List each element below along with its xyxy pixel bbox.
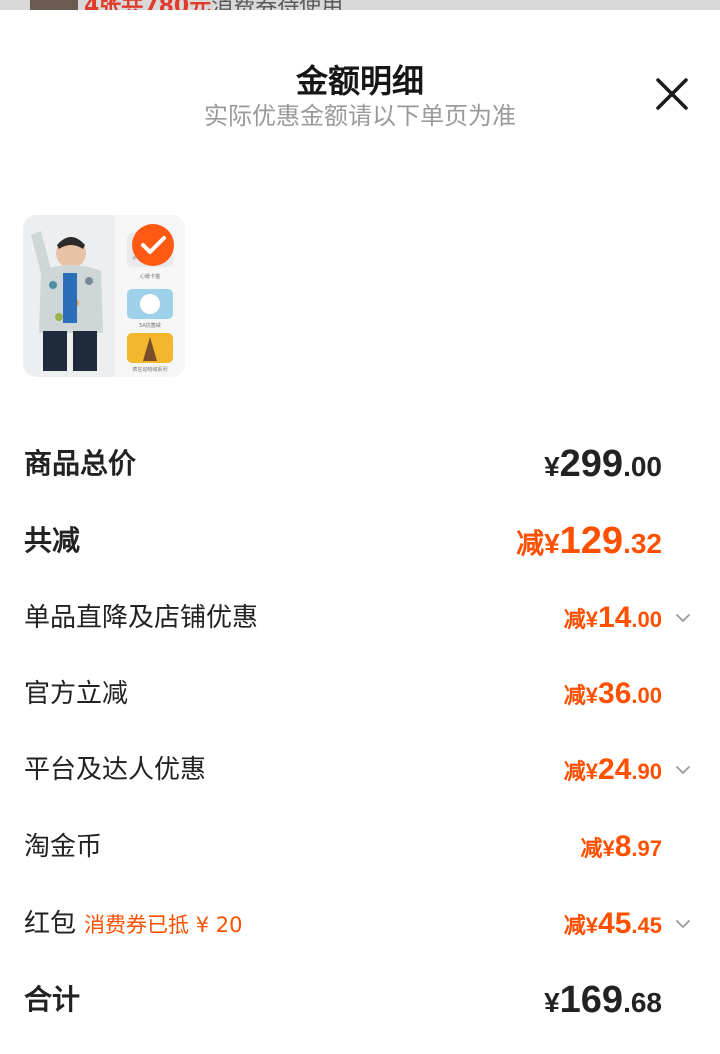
amount-decimal: .00 [631, 607, 662, 632]
discount-prefix: 减 [563, 607, 586, 632]
total-discount-amount: 减¥129.32 [516, 521, 662, 569]
amount-integer: 45 [598, 907, 632, 940]
chevron-down-icon [676, 766, 690, 775]
currency-symbol: ¥ [544, 451, 560, 482]
red-packet-row[interactable]: 红包 消费券已抵 ¥ 20 减¥45.45 [24, 904, 696, 944]
amount-integer: 36 [598, 677, 632, 710]
amount-integer: 299 [559, 443, 624, 485]
product-thumbnail[interactable]: 心暖卡猫 5A抗菌绒 疯狂动物城系列 [23, 215, 185, 377]
coins-amount: 减¥8.97 [580, 827, 662, 872]
currency-symbol: ¥ [585, 759, 599, 784]
currency-symbol: ¥ [544, 987, 560, 1018]
close-icon [656, 78, 688, 110]
product-image: 心暖卡猫 5A抗菌绒 疯狂动物城系列 [23, 215, 185, 377]
currency-symbol: ¥ [602, 836, 615, 861]
platform-discount-label: 平台及达人优惠 [24, 755, 207, 785]
red-packet-title: 红包 [24, 909, 77, 939]
platform-discount-row[interactable]: 平台及达人优惠 减¥24.90 [24, 750, 696, 790]
banner-red-text: 4张共780元 [84, 0, 211, 10]
thumb-label-2: 5A抗菌绒 [139, 322, 161, 329]
amount-integer: 14 [598, 601, 632, 634]
grand-total-amount: ¥169.68 [544, 980, 662, 1028]
store-discount-amount: 减¥14.00 [564, 598, 662, 643]
amount-integer: 169 [559, 979, 624, 1021]
sheet-subtitle: 实际优惠金额请以下单页为准 [204, 102, 516, 130]
close-button[interactable] [648, 70, 696, 118]
coins-label: 淘金币 [24, 832, 103, 862]
amount-decimal: .97 [631, 836, 662, 861]
grand-total-row: 合计 ¥169.68 [24, 980, 696, 1020]
coins-row: 淘金币 减¥8.97 [24, 827, 696, 867]
discount-prefix: 减 [563, 913, 586, 938]
discount-prefix: 减 [516, 528, 545, 559]
currency-symbol: ¥ [544, 528, 560, 559]
amount-decimal: .00 [631, 683, 662, 708]
banner-gray-text: 消费券待使用 [211, 0, 343, 10]
amount-integer: 8 [614, 830, 632, 863]
platform-discount-amount: 减¥24.90 [564, 750, 662, 795]
red-packet-label: 红包 消费券已抵 ¥ 20 [24, 904, 242, 945]
chevron-down-icon [676, 920, 690, 929]
amount-decimal: .90 [631, 759, 662, 784]
currency-symbol: ¥ [585, 913, 599, 938]
total-discount-label: 共减 [24, 524, 81, 557]
currency-symbol: ¥ [585, 683, 599, 708]
total-price-row: 商品总价 ¥299.00 [24, 444, 696, 484]
grand-total-label: 合计 [24, 983, 81, 1016]
amount-integer: 24 [598, 753, 632, 786]
thumb-label-1: 心暖卡猫 [140, 273, 160, 280]
official-discount-row: 官方立减 减¥36.00 [24, 674, 696, 714]
amount-integer: 129 [559, 520, 624, 562]
banner-text: 4张共780元消费券待使用 [84, 0, 343, 10]
check-circle-icon [132, 224, 174, 266]
total-price-amount: ¥299.00 [544, 444, 662, 492]
amount-decimal: .32 [623, 528, 662, 559]
amount-detail-sheet: 金额明细 实际优惠金额请以下单页为准 心暖卡猫 5A抗菌绒 疯狂动物城系列 商品… [0, 10, 720, 1054]
store-discount-row[interactable]: 单品直降及店铺优惠 减¥14.00 [24, 598, 696, 638]
total-price-label: 商品总价 [24, 447, 137, 480]
background-banner: 4张共780元消费券待使用 [0, 0, 720, 10]
banner-chip [30, 0, 78, 10]
amount-decimal: .00 [623, 451, 662, 482]
currency-symbol: ¥ [585, 607, 599, 632]
amount-decimal: .45 [631, 913, 662, 938]
coupon-note: 消费券已抵 ¥ 20 [84, 913, 243, 937]
amount-decimal: .68 [623, 987, 662, 1018]
red-packet-amount: 减¥45.45 [564, 904, 662, 949]
official-discount-label: 官方立减 [24, 679, 129, 709]
discount-prefix: 减 [563, 683, 586, 708]
chevron-down-icon [676, 614, 690, 623]
store-discount-label: 单品直降及店铺优惠 [24, 603, 259, 633]
total-discount-row: 共减 减¥129.32 [24, 521, 696, 561]
official-discount-amount: 减¥36.00 [564, 674, 662, 719]
discount-prefix: 减 [580, 836, 603, 861]
discount-prefix: 减 [563, 759, 586, 784]
thumb-label-3: 疯狂动物城系列 [132, 366, 167, 373]
